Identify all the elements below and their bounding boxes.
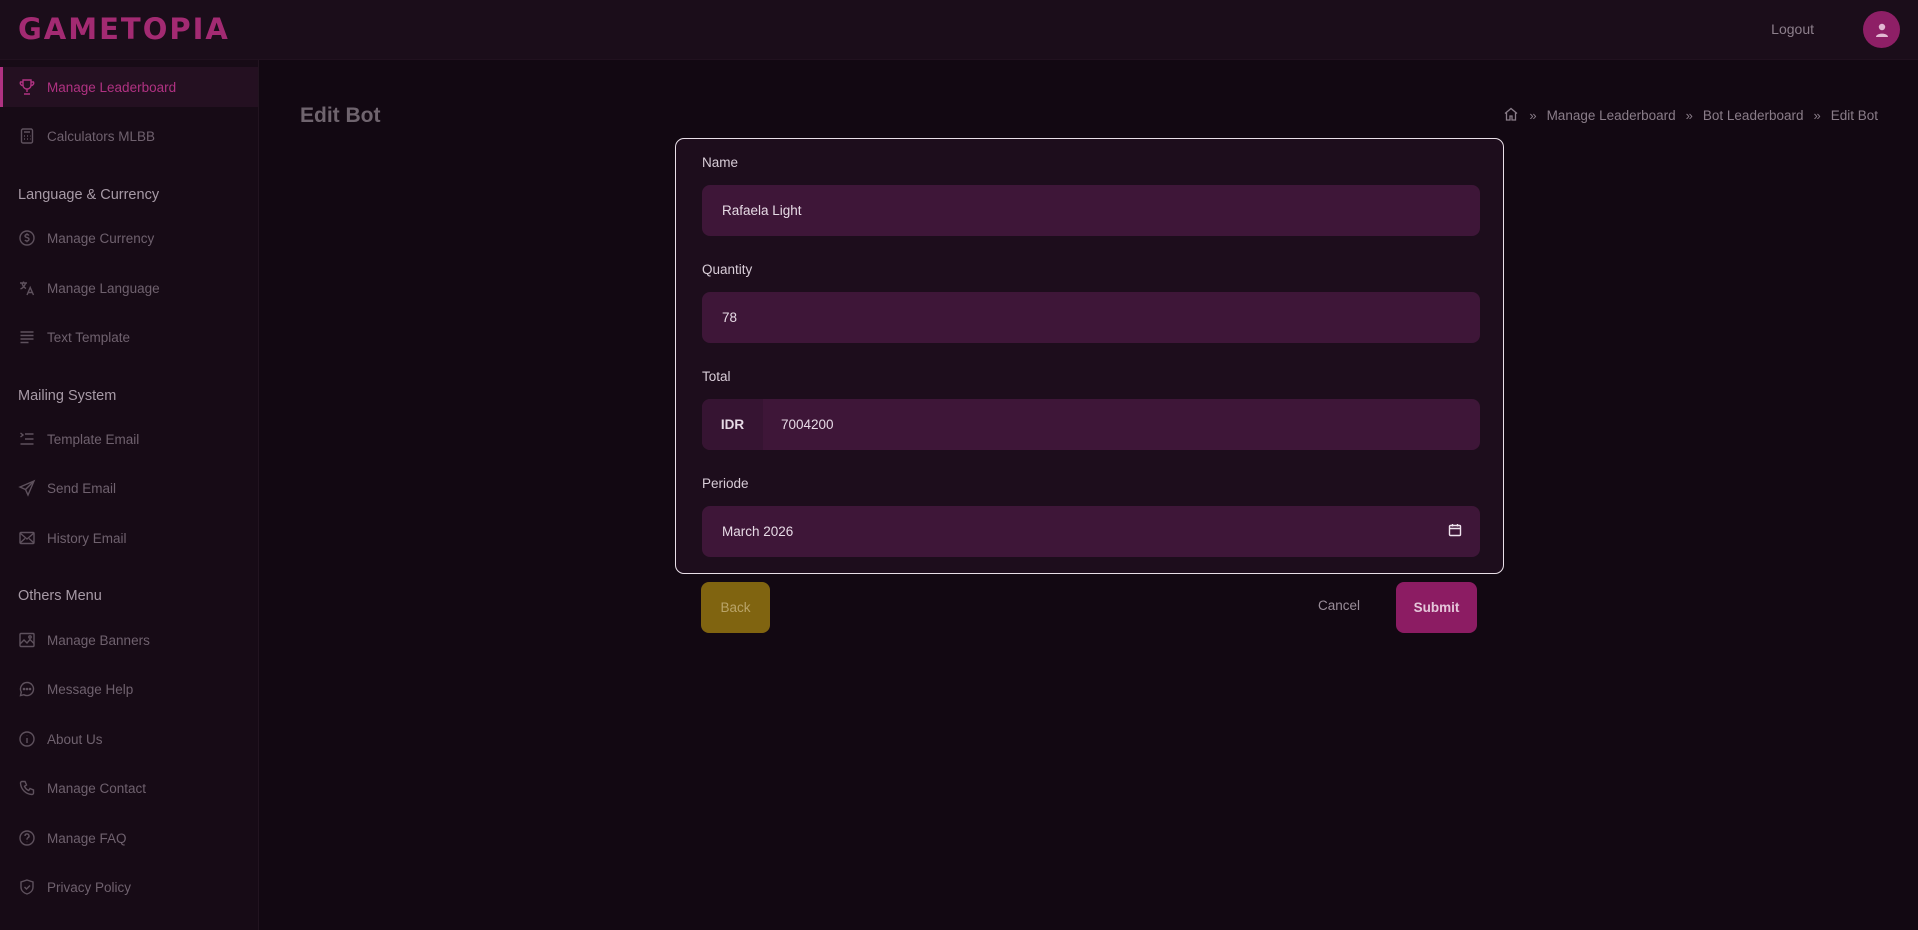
sidebar-item-label: Send Email [47, 480, 117, 496]
user-icon [1875, 23, 1888, 37]
sidebar-item-label: About Us [47, 731, 103, 747]
sidebar-item-label: Privacy Policy [47, 879, 132, 895]
name-label: Name [702, 155, 739, 170]
sidebar-item-manage-leaderboard[interactable]: Manage Leaderboard [0, 67, 258, 107]
section-title-language-currency: Language & Currency [18, 187, 160, 203]
dollar-circle-icon [18, 229, 36, 247]
sidebar-item-label: Text Template [47, 329, 131, 345]
periode-value: March 2026 [722, 524, 794, 539]
page-title: Edit Bot [300, 104, 381, 127]
shield-icon [18, 878, 36, 896]
periode-label: Periode [702, 476, 749, 491]
total-label: Total [702, 369, 731, 384]
home-icon[interactable] [1503, 106, 1519, 125]
sidebar-item-message-help[interactable]: Message Help [0, 669, 258, 709]
breadcrumb-item-bot-leaderboard[interactable]: Bot Leaderboard [1703, 108, 1804, 123]
text-lines-icon [18, 328, 36, 346]
sidebar-item-label: Calculators MLBB [47, 128, 156, 144]
logout-link[interactable]: Logout [1771, 21, 1814, 37]
periode-field[interactable]: March 2026 [702, 506, 1480, 557]
total-value: 7004200 [781, 417, 834, 432]
avatar[interactable] [1863, 11, 1900, 48]
calendar-icon[interactable] [1448, 523, 1462, 537]
sidebar-item-label: Manage Language [47, 280, 160, 296]
sidebar-item-send-email[interactable]: Send Email [0, 468, 258, 508]
quantity-value: 78 [722, 310, 738, 325]
breadcrumb-item-manage-leaderboard[interactable]: Manage Leaderboard [1547, 108, 1676, 123]
section-title-mailing-system: Mailing System [18, 388, 117, 404]
breadcrumb-item-edit-bot: Edit Bot [1830, 108, 1878, 123]
list-indent-icon [18, 430, 36, 448]
quantity-field[interactable]: 78 [702, 292, 1480, 343]
top-bar: GAMETOPIA Logout [0, 0, 1918, 60]
name-value: Rafaela Light [722, 203, 802, 218]
send-icon [18, 479, 36, 497]
sidebar-item-label: History Email [47, 530, 127, 546]
cancel-button[interactable]: Cancel [1318, 598, 1360, 613]
submit-button[interactable]: Submit [1396, 582, 1477, 633]
quantity-label: Quantity [702, 262, 753, 277]
sidebar-item-label: Template Email [47, 431, 140, 447]
sidebar-item-label: Manage Currency [47, 230, 155, 246]
edit-bot-form: Name Rafaela Light Quantity 78 Total IDR… [675, 138, 1504, 574]
info-icon [18, 730, 36, 748]
chat-icon [18, 680, 36, 698]
sidebar-item-label: Manage Contact [47, 780, 147, 796]
calculator-icon [18, 127, 36, 145]
breadcrumb: » Manage Leaderboard » Bot Leaderboard »… [1503, 106, 1878, 125]
total-field[interactable]: IDR 7004200 [702, 399, 1480, 450]
sidebar-item-about-us[interactable]: About Us [0, 719, 258, 759]
image-icon [18, 631, 36, 649]
back-button[interactable]: Back [701, 582, 770, 633]
breadcrumb-separator-icon: » [1685, 108, 1693, 123]
sidebar-item-privacy-policy[interactable]: Privacy Policy [0, 867, 258, 907]
question-icon [18, 829, 36, 847]
sidebar-item-manage-language[interactable]: Manage Language [0, 268, 258, 308]
sidebar: Manage Leaderboard Calculators MLBB Lang… [0, 60, 259, 930]
mail-icon [18, 529, 36, 547]
name-field[interactable]: Rafaela Light [702, 185, 1480, 236]
sidebar-item-calculators-mlbb[interactable]: Calculators MLBB [0, 116, 258, 156]
sidebar-item-history-email[interactable]: History Email [0, 518, 258, 558]
sidebar-item-manage-contact[interactable]: Manage Contact [0, 768, 258, 808]
sidebar-item-label: Manage Banners [47, 632, 150, 648]
section-title-others-menu: Others Menu [18, 588, 102, 604]
sidebar-item-manage-faq[interactable]: Manage FAQ [0, 818, 258, 858]
sidebar-item-manage-banners[interactable]: Manage Banners [0, 620, 258, 660]
sidebar-item-label: Message Help [47, 681, 134, 697]
phone-icon [18, 779, 36, 797]
translate-icon [18, 279, 36, 297]
sidebar-item-label: Manage FAQ [47, 830, 127, 846]
breadcrumb-separator-icon: » [1813, 108, 1821, 123]
currency-prefix: IDR [702, 399, 763, 450]
sidebar-item-template-email[interactable]: Template Email [0, 419, 258, 459]
sidebar-item-label: Manage Leaderboard [47, 79, 177, 95]
sidebar-item-manage-currency[interactable]: Manage Currency [0, 218, 258, 258]
trophy-icon [18, 78, 36, 96]
breadcrumb-separator-icon: » [1529, 108, 1537, 123]
sidebar-item-text-template[interactable]: Text Template [0, 317, 258, 357]
app-logo[interactable]: GAMETOPIA [18, 12, 230, 46]
